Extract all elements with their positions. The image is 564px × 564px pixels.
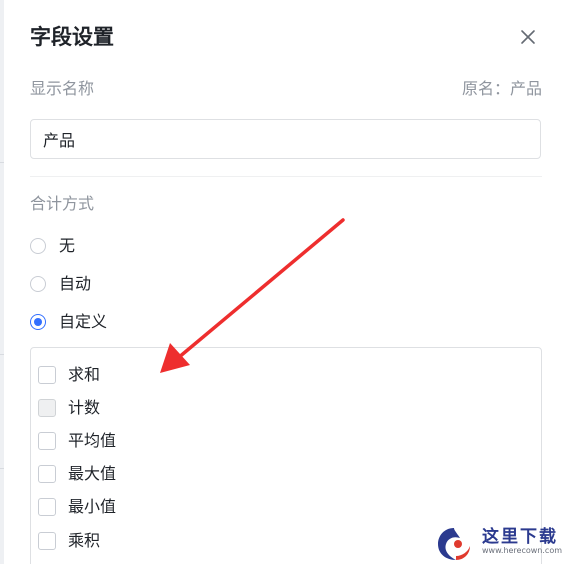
radio-label: 自定义 <box>59 312 108 331</box>
watermark-text: 这里下载 <box>482 527 558 547</box>
checkbox-label: 最大值 <box>68 464 117 483</box>
checkbox-item-product[interactable]: 乘积 <box>38 529 100 553</box>
checkbox-item-average[interactable]: 平均值 <box>38 429 116 453</box>
checkbox-label: 平均值 <box>68 431 117 450</box>
radio-button[interactable] <box>30 276 46 292</box>
radio-label: 无 <box>59 236 76 255</box>
checkbox-label: 计数 <box>68 398 101 417</box>
edge-divider <box>0 162 4 163</box>
watermark-logo-icon <box>438 528 470 560</box>
edge-divider <box>0 354 4 355</box>
checkbox-label: 最小值 <box>68 497 117 516</box>
aggregation-label: 合计方式 <box>30 194 95 213</box>
edge-divider <box>0 468 4 469</box>
radio-option-auto[interactable]: 自动 <box>30 272 91 296</box>
radio-option-custom[interactable]: 自定义 <box>30 310 107 334</box>
display-name-input[interactable] <box>30 119 541 159</box>
checkbox[interactable] <box>38 465 56 483</box>
checkbox[interactable] <box>38 532 56 550</box>
radio-button[interactable] <box>30 238 46 254</box>
radio-label: 自动 <box>59 274 92 293</box>
checkbox-item-max[interactable]: 最大值 <box>38 462 116 486</box>
radio-button-selected[interactable] <box>30 314 46 330</box>
checkbox[interactable] <box>38 498 56 516</box>
watermark-url: www.herecown.com <box>482 546 562 555</box>
checkbox-label: 乘积 <box>68 531 101 550</box>
checkbox-item-min[interactable]: 最小值 <box>38 495 116 519</box>
checkbox[interactable] <box>38 432 56 450</box>
checkbox-item-count[interactable]: 计数 <box>38 396 100 420</box>
checkbox-label: 求和 <box>68 365 101 384</box>
checkbox[interactable] <box>38 366 56 384</box>
background-panel-edge <box>0 0 4 564</box>
close-button[interactable] <box>516 25 540 49</box>
display-name-label: 显示名称 <box>30 79 95 98</box>
checkbox-disabled[interactable] <box>38 399 56 417</box>
original-name-text: 原名：产品 <box>461 79 542 98</box>
radio-option-none[interactable]: 无 <box>30 234 75 258</box>
site-watermark: 这里下载 www.herecown.com <box>434 520 564 564</box>
field-settings-page: 字段设置 显示名称 原名：产品 合计方式 无 自动 自定义 求和 计数 平均值 … <box>0 0 564 564</box>
section-divider <box>30 176 542 177</box>
checkbox-item-sum[interactable]: 求和 <box>38 363 100 387</box>
close-icon <box>521 30 535 44</box>
dialog-title: 字段设置 <box>30 25 114 49</box>
